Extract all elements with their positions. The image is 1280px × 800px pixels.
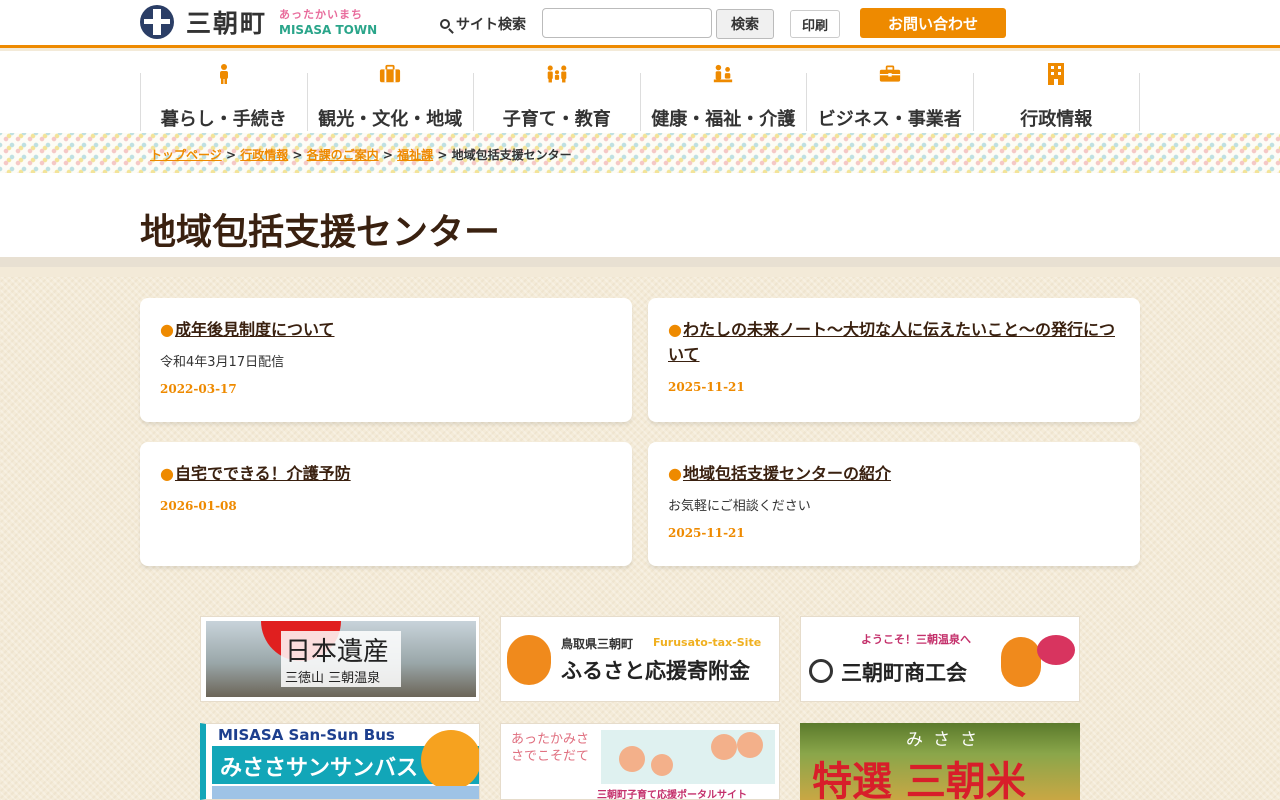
breadcrumb-link-admin[interactable]: 行政情報 [240,148,288,162]
banner-heading: 日本遺産 [285,637,390,667]
banner-site-label: Furusato-tax-Site [653,636,762,649]
search-label-text: サイト検索 [456,17,526,33]
nav-item-childcare[interactable]: 子育て・教育 [473,65,640,131]
breadcrumb-separator: > [382,148,393,162]
search-label: サイト検索 [440,14,526,34]
briefcase-icon [879,63,901,85]
banner-misasa-rice[interactable]: みささ 特選 三朝米 [800,723,1080,800]
article-title-link[interactable]: ●自宅でできる！介護予防 [160,462,612,487]
article-date: 2025-11-21 [668,379,745,394]
search-button[interactable]: 検索 [716,9,774,39]
nav-item-business[interactable]: ビジネス・事業者 [806,65,973,131]
nav-item-government[interactable]: 行政情報 [972,63,1140,131]
nav-item-living[interactable]: 暮らし・手続き [140,64,307,131]
breadcrumb-link-top[interactable]: トップページ [150,148,222,162]
banner-heading: 特選 三朝米 [812,758,1026,800]
article-description: 令和4年3月17日配信 [160,354,285,370]
banner-heading: ふるさと応援寄附金 [561,659,750,683]
article-card[interactable]: ●成年後見制度について 令和4年3月17日配信 2022-03-17 [140,298,632,422]
search-icon [440,19,450,29]
banner-town-name: 鳥取県三朝町 [561,637,634,651]
nav-label: 行政情報 [1020,109,1093,130]
banner-heading: 三朝町商工会 [841,661,967,685]
nav-label: ビジネス・事業者 [817,109,962,130]
suitcase-icon [379,63,401,85]
article-card[interactable]: ●わたしの未来ノート～大切な人に伝えたいこと～の発行について 2025-11-2… [648,298,1140,422]
article-title: わたしの未来ノート～大切な人に伝えたいこと～の発行について [668,320,1115,364]
page-title: 地域包括支援センター [140,212,501,253]
banner-bus-en: MISASA San-Sun Bus [218,726,395,744]
banner-sansun-bus[interactable]: MISASA San-Sun Bus みささサンサンバス [200,723,480,800]
sun-icon [421,730,479,790]
mascot-icon [1001,637,1041,687]
contact-button[interactable]: お問い合わせ [860,8,1006,38]
banner-commerce[interactable]: ようこそ！三朝温泉へ 三朝町商工会 [800,616,1080,702]
article-date: 2026-01-08 [160,498,237,513]
print-button[interactable]: 印刷 [790,10,840,38]
bullet-dot-icon: ● [668,320,682,339]
breadcrumb: トップページ > 行政情報 > 各課のご案内 > 福祉課 > 地域包括支援センタ… [150,146,572,163]
logo-text: 三朝町 [186,9,268,38]
banner-furusato-tax[interactable]: 鳥取県三朝町 Furusato-tax-Site ふるさと応援寄附金 [500,616,780,702]
nav-item-health[interactable]: 健康・福祉・介護 [639,64,807,131]
article-title-link[interactable]: ●わたしの未来ノート～大切な人に伝えたいこと～の発行について [668,318,1120,368]
title-band: 地域包括支援センター [0,173,1280,267]
logo-tagline-en: MISASA TOWN [279,22,378,37]
nav-item-tourism[interactable]: 観光・文化・地域 [306,64,474,131]
care-icon [712,63,734,85]
banner-subheading: 三徳山 三朝温泉 [285,671,381,686]
banner-portal-title: 三朝町子育て応援ポータルサイト [597,790,747,800]
article-title-link[interactable]: ●地域包括支援センターの紹介 [668,462,1120,487]
search-input[interactable] [542,8,712,38]
article-description: お気軽にご相談ください [668,498,811,514]
article-date: 2025-11-21 [668,525,745,540]
article-title-link[interactable]: ●成年後見制度について [160,318,612,343]
town-emblem-icon [140,5,174,39]
banner-welcome: ようこそ！三朝温泉へ [861,633,971,646]
breadcrumb-separator: > [225,148,237,162]
nav-label: 子育て・教育 [502,109,611,130]
main-content: ●成年後見制度について 令和4年3月17日配信 2022-03-17 ●わたしの… [0,277,1280,800]
banner-rice-kana: みささ [906,730,987,750]
nav-label: 健康・福祉・介護 [651,109,796,130]
bullet-dot-icon: ● [160,320,174,339]
banner-japan-heritage[interactable]: 日本遺産 三徳山 三朝温泉 [200,616,480,702]
person-icon [213,63,235,85]
gear-icon [809,659,833,683]
nav-label: 暮らし・手続き [160,109,287,130]
article-title: 地域包括支援センターの紹介 [682,464,891,483]
article-date: 2022-03-17 [160,381,237,396]
breadcrumb-separator: > [437,148,448,162]
breadcrumb-separator: > [292,148,303,162]
logo-tagline: あったかいまち MISASA TOWN [279,9,377,36]
article-title: 自宅でできる！介護予防 [174,464,351,483]
global-nav: 暮らし・手続き 観光・文化・地域 子育て・教育 健康・福祉・介護 ビジネス・事業… [0,51,1280,133]
breadcrumb-link-departments[interactable]: 各課のご案内 [307,148,379,162]
family-icon [546,63,568,85]
mascot-icon [507,635,551,685]
bullet-dot-icon: ● [668,464,682,483]
building-icon [1045,63,1067,85]
site-header: 三朝町 あったかいまち MISASA TOWN サイト検索 検索 印刷 お問い合… [0,0,1280,48]
banner-heading: みささサンサンバス [220,756,419,781]
breadcrumb-band: トップページ > 行政情報 > 各課のご案内 > 福祉課 > 地域包括支援センタ… [0,133,1280,173]
breadcrumb-current: 地域包括支援センター [451,148,572,162]
site-logo[interactable]: 三朝町 あったかいまち MISASA TOWN [140,5,377,39]
bullet-dot-icon: ● [160,464,174,483]
logo-tagline-jp: あったかいまち [279,7,364,21]
article-card[interactable]: ●自宅でできる！介護予防 2026-01-08 [140,442,632,566]
nav-label: 観光・文化・地域 [318,109,463,130]
article-title: 成年後見制度について [174,320,335,339]
banner-childcare-portal[interactable]: あったかみささでこそだて 三朝町子育て応援ポータルサイト [500,723,780,800]
article-card[interactable]: ●地域包括支援センターの紹介 お気軽にご相談ください 2025-11-21 [648,442,1140,566]
banner-slogan: あったかみささでこそだて [511,732,590,764]
breadcrumb-link-welfare[interactable]: 福祉課 [397,148,433,162]
